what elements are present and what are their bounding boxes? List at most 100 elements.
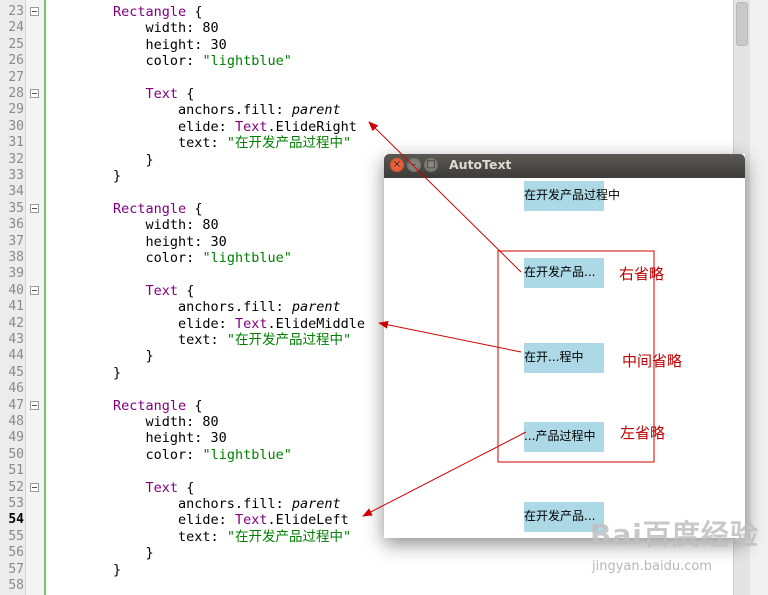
rectangle-elide-middle: 在开...程中 xyxy=(524,343,604,373)
fold-toggle-icon[interactable] xyxy=(30,482,39,492)
line-number: 27 xyxy=(8,69,24,85)
close-button[interactable]: × xyxy=(390,158,404,172)
watermark-logo: Bai百度经验 xyxy=(590,518,759,551)
code-token: } xyxy=(48,561,122,578)
close-icon: × xyxy=(392,159,402,170)
code-line[interactable]: 28 Text { xyxy=(0,86,740,102)
fold-toggle-icon[interactable] xyxy=(30,89,39,98)
line-number: 49 xyxy=(8,430,24,446)
code-text: } xyxy=(48,365,121,381)
code-token: Rectangle xyxy=(113,397,187,414)
line-number: 41 xyxy=(8,299,24,315)
line-number: 40 xyxy=(8,282,24,298)
code-text: anchors.fill: parent xyxy=(48,102,341,118)
line-number: 50 xyxy=(8,446,24,462)
code-token: elide: xyxy=(48,315,235,332)
code-token: parent xyxy=(291,102,341,119)
line-number: 31 xyxy=(8,135,24,151)
line-number: 45 xyxy=(8,364,24,380)
line-number: 26 xyxy=(8,53,24,69)
code-token: Text xyxy=(145,282,179,299)
code-token: height: 30 xyxy=(48,430,227,447)
rectangle-text: ...产品过程中 xyxy=(524,429,596,443)
label-left-elide: 左省略 xyxy=(620,424,666,442)
watermark: Bai百度经验 jingyan.baidu.com xyxy=(590,513,760,589)
code-text: color: "lightblue" xyxy=(48,53,292,69)
scrollbar-thumb[interactable] xyxy=(736,2,748,46)
watermark-url: jingyan.baidu.com xyxy=(592,559,712,574)
code-token: "lightblue" xyxy=(202,446,292,463)
window-titlebar[interactable]: × – □ AutoText xyxy=(384,154,745,178)
code-text: anchors.fill: parent xyxy=(48,496,341,512)
code-token: text: xyxy=(48,332,227,348)
code-token: "在开发产品过程中" xyxy=(226,135,352,152)
code-text: } xyxy=(48,545,154,561)
maximize-icon: □ xyxy=(426,159,436,170)
code-line[interactable]: 30 elide: Text.ElideRight xyxy=(0,119,740,135)
code-token: } xyxy=(48,151,154,168)
line-number: 58 xyxy=(8,578,24,593)
code-line[interactable]: 29 anchors.fill: parent xyxy=(0,102,740,118)
rectangle-elide-right: 在开发产品... xyxy=(524,258,604,288)
code-line[interactable]: 23 Rectangle { xyxy=(0,4,740,20)
code-token: Text xyxy=(234,315,268,332)
line-number: 32 xyxy=(8,151,24,167)
code-token: { xyxy=(178,282,195,299)
line-number: 44 xyxy=(8,348,24,364)
code-line[interactable]: 26 color: "lightblue" xyxy=(0,53,740,69)
line-number: 39 xyxy=(8,266,24,282)
line-number: 47 xyxy=(8,397,24,413)
rectangle-elide-left: ...产品过程中 xyxy=(524,422,604,452)
code-line[interactable]: 25 height: 30 xyxy=(0,37,740,53)
code-text: width: 80 xyxy=(48,414,219,430)
code-token: { xyxy=(186,200,203,217)
fold-toggle-icon[interactable] xyxy=(30,7,39,16)
code-text: elide: Text.ElideRight xyxy=(48,119,357,135)
code-text: } xyxy=(48,168,121,184)
code-token: Text xyxy=(234,118,268,135)
line-number: 51 xyxy=(8,463,24,479)
line-number: 52 xyxy=(8,479,24,495)
code-token: } xyxy=(48,545,154,562)
code-token: height: 30 xyxy=(48,36,227,53)
line-number: 43 xyxy=(8,332,24,347)
code-token: height: 30 xyxy=(48,233,227,250)
code-text: anchors.fill: parent xyxy=(48,299,341,315)
line-number: 25 xyxy=(8,36,24,52)
minimize-button[interactable]: – xyxy=(407,158,421,172)
code-text: text: "在开发产品过程中" xyxy=(48,529,351,545)
code-token: .ElideMiddle xyxy=(267,315,365,332)
code-token: Text xyxy=(234,512,268,529)
code-token: Text xyxy=(145,86,179,102)
code-token: anchors.fill: xyxy=(48,496,292,512)
code-token: parent xyxy=(291,496,341,512)
code-token: width: 80 xyxy=(48,414,219,430)
code-token: } xyxy=(48,364,122,381)
line-number: 24 xyxy=(8,20,24,36)
window-title: AutoText xyxy=(449,157,512,172)
code-token: elide: xyxy=(48,512,235,529)
code-line[interactable]: 27 xyxy=(0,70,740,86)
line-number: 57 xyxy=(8,561,24,577)
line-number: 23 xyxy=(8,4,24,19)
maximize-button[interactable]: □ xyxy=(424,158,438,172)
line-number: 55 xyxy=(8,528,24,544)
line-number: 35 xyxy=(8,200,24,216)
fold-toggle-icon[interactable] xyxy=(30,400,39,410)
line-number: 28 xyxy=(8,86,24,101)
code-token: .ElideLeft xyxy=(267,512,349,529)
editor-right-margin xyxy=(750,0,768,595)
code-text: Text { xyxy=(48,480,195,496)
fold-toggle-icon[interactable] xyxy=(30,203,39,213)
autotext-window[interactable]: × – □ AutoText 在开发产品过程中 在开发产品... 在开...程中… xyxy=(384,154,745,538)
rectangle-no-elide: 在开发产品过程中 xyxy=(524,181,621,211)
code-token: color: xyxy=(48,53,203,70)
fold-toggle-icon[interactable] xyxy=(30,285,39,295)
rectangle-text: 在开发产品过程中 xyxy=(524,188,621,202)
code-text: height: 30 xyxy=(48,37,227,53)
line-number: 46 xyxy=(8,381,24,397)
code-line[interactable]: 24 width: 80 xyxy=(0,20,740,36)
code-line[interactable]: 31 text: "在开发产品过程中" xyxy=(0,135,740,151)
